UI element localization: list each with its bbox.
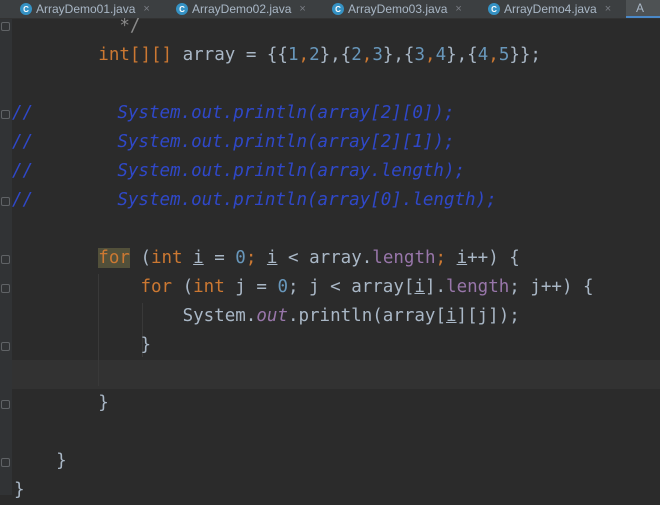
code-line-commented: // System.out.println(array.length); xyxy=(12,161,466,181)
fold-marker-icon[interactable] xyxy=(1,342,10,351)
java-class-icon: C xyxy=(488,3,500,15)
fold-marker-icon[interactable] xyxy=(1,197,10,206)
code-line-array-declaration: int[][] array = {{1,2},{2,3},{3,4},{4,5}… xyxy=(98,45,541,65)
tab-label: ArrayDemo02.java xyxy=(192,2,292,16)
code-line-print: System.out.println(array[i][j]); xyxy=(182,306,520,326)
fold-marker-icon[interactable] xyxy=(1,458,10,467)
tab-label: ArrayDemo4.java xyxy=(504,2,597,16)
fold-marker-icon[interactable] xyxy=(1,22,10,31)
tab-label: A xyxy=(636,1,645,15)
editor-gutter xyxy=(0,19,12,495)
close-icon[interactable]: × xyxy=(299,3,305,15)
code-line-close-outer: } xyxy=(98,393,109,413)
fold-marker-icon[interactable] xyxy=(1,400,10,409)
code-line-commented: // System.out.println(array[2][0]); xyxy=(12,103,455,123)
current-line-highlight xyxy=(12,360,660,389)
close-icon[interactable]: × xyxy=(605,3,611,15)
code-line-close-method: } xyxy=(56,451,67,471)
code-editor[interactable]: */ int[][] array = {{1,2},{2,3},{3,4},{4… xyxy=(0,16,660,500)
tab-label: ArrayDemo03.java xyxy=(348,2,448,16)
code-line-close-class: } xyxy=(14,480,25,500)
java-class-icon: C xyxy=(176,3,188,15)
tab-arraydemo03[interactable]: C ArrayDemo03.java × xyxy=(332,0,462,18)
fold-marker-icon[interactable] xyxy=(1,255,10,264)
code-line-outer-for: for (int i = 0; i < array.length; i++) { xyxy=(98,248,520,268)
tab-active-file[interactable]: A xyxy=(626,0,660,18)
close-icon[interactable]: × xyxy=(455,3,461,15)
fold-marker-icon[interactable] xyxy=(1,110,10,119)
code-line-close-inner: } xyxy=(140,335,151,355)
code-line-commented: // System.out.println(array[2][1]); xyxy=(12,132,455,152)
tab-arraydemo02[interactable]: C ArrayDemo02.java × xyxy=(176,0,306,18)
tab-arraydemo4[interactable]: C ArrayDemo4.java × xyxy=(488,0,611,18)
code-line-inner-for: for (int j = 0; j < array[i].length; j++… xyxy=(140,277,594,297)
code-line-comment-end: */ xyxy=(119,16,141,36)
close-icon[interactable]: × xyxy=(143,3,149,15)
java-class-icon: C xyxy=(332,3,344,15)
fold-marker-icon[interactable] xyxy=(1,284,10,293)
code-line-commented: // System.out.println(array[0].length); xyxy=(12,190,497,210)
